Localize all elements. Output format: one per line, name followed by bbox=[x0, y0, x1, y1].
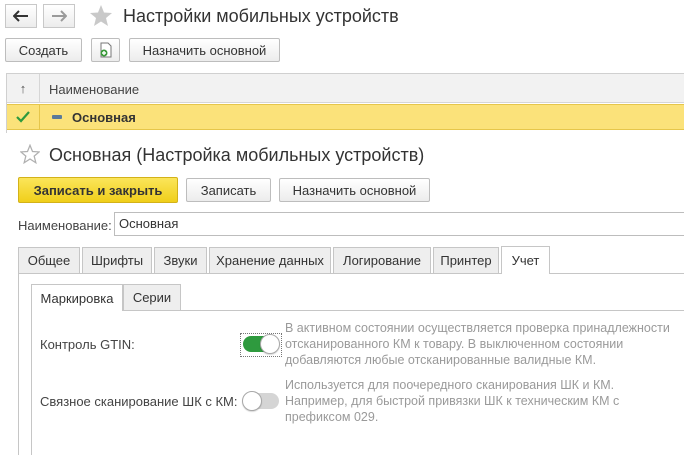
subtab-series[interactable]: Серии bbox=[123, 284, 181, 310]
gtin-control-label: Контроль GTIN: bbox=[40, 337, 135, 352]
column-header-name[interactable]: Наименование bbox=[49, 82, 139, 97]
star-icon[interactable] bbox=[89, 4, 113, 27]
form-title: Основная (Настройка мобильных устройств) bbox=[49, 145, 425, 165]
list-header: ↑ Наименование bbox=[7, 74, 684, 103]
gtin-control-toggle[interactable] bbox=[243, 334, 280, 354]
linked-scanning-hint: Используется для поочередного сканирован… bbox=[285, 378, 620, 424]
tab-printer[interactable]: Принтер bbox=[433, 247, 499, 273]
tab-fonts[interactable]: Шрифты bbox=[82, 247, 152, 273]
tab-general[interactable]: Общее bbox=[18, 247, 80, 273]
tab-logging[interactable]: Логирование bbox=[333, 247, 431, 273]
toggle-knob bbox=[242, 391, 262, 411]
settings-list: ↑ Наименование Основная bbox=[6, 73, 684, 133]
tab-sounds[interactable]: Звуки bbox=[154, 247, 207, 273]
linked-scanning-label: Связное сканирование ШК с КМ: bbox=[40, 394, 238, 409]
linked-scanning-toggle[interactable] bbox=[242, 391, 279, 411]
set-main-button[interactable]: Назначить основной bbox=[129, 38, 280, 62]
minus-icon bbox=[52, 115, 62, 119]
forward-button[interactable] bbox=[43, 4, 75, 28]
row-name: Основная bbox=[72, 110, 136, 125]
form-set-main-button[interactable]: Назначить основной bbox=[279, 178, 430, 202]
name-label: Наименование: bbox=[18, 218, 112, 233]
back-button[interactable] bbox=[5, 4, 37, 28]
name-field[interactable]: Основная bbox=[114, 212, 684, 236]
tabs-divider bbox=[18, 273, 684, 274]
star-icon[interactable] bbox=[20, 144, 40, 164]
checkmark-icon bbox=[16, 111, 30, 123]
create-button[interactable]: Создать bbox=[5, 38, 82, 62]
toggle-knob bbox=[260, 334, 280, 354]
sort-column-header[interactable]: ↑ bbox=[7, 74, 40, 103]
save-button[interactable]: Записать bbox=[186, 178, 271, 202]
arrow-right-icon bbox=[52, 10, 67, 22]
gtin-control-hint: В активном состоянии осуществляется пров… bbox=[285, 321, 670, 367]
arrow-left-icon bbox=[13, 10, 28, 22]
subtabs-divider bbox=[31, 310, 684, 311]
save-and-close-button[interactable]: Записать и закрыть bbox=[18, 177, 178, 203]
add-file-button[interactable] bbox=[91, 38, 120, 62]
tab-data-storage[interactable]: Хранение данных bbox=[209, 247, 331, 273]
table-row[interactable]: Основная bbox=[7, 104, 684, 130]
document-add-icon bbox=[100, 42, 111, 58]
row-status-cell bbox=[7, 105, 40, 129]
window-title: Настройки мобильных устройств bbox=[123, 6, 399, 26]
subtab-marking[interactable]: Маркировка bbox=[31, 284, 123, 311]
tab-accounting[interactable]: Учет bbox=[501, 246, 550, 274]
